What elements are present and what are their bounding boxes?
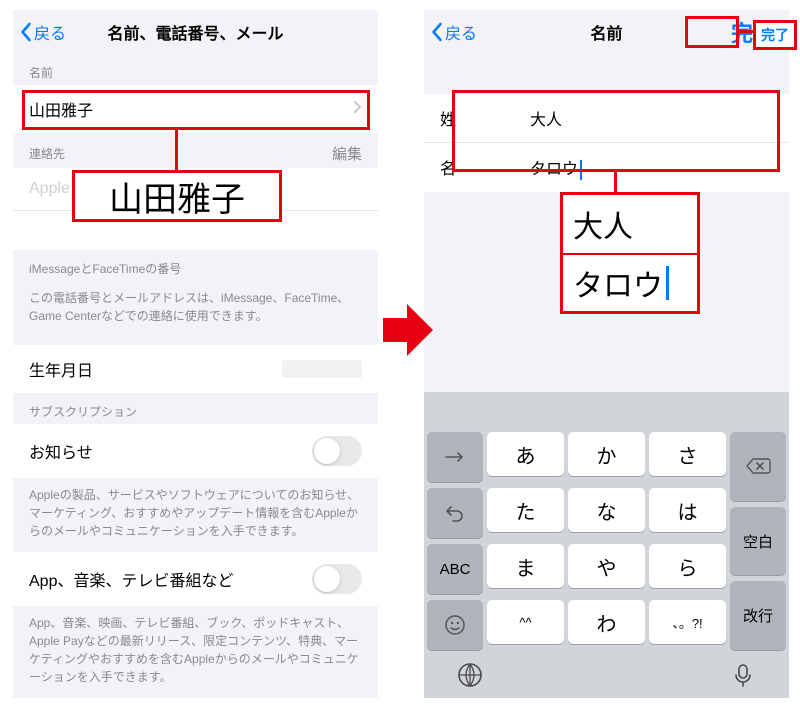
section-label-contact: 連絡先 編集 (13, 133, 378, 168)
notify-desc: Appleの製品、サービスやソフトウェアについてのお知らせ、マーケティング、おす… (13, 478, 378, 552)
apps-row: App、音楽、テレビ番組など (13, 552, 378, 606)
firstname-label: 名 (440, 155, 530, 179)
globe-icon[interactable] (457, 662, 483, 688)
name-edit-screen: 戻る 名前 完了 姓 大人 名 タロウ ABC あ か (424, 10, 789, 698)
mic-icon[interactable] (730, 662, 756, 688)
key-ra[interactable]: ら (649, 544, 726, 588)
birthday-label: 生年月日 (29, 357, 93, 381)
settings-screen: 戻る 名前、電話番号、メール 名前 山田雅子 連絡先 編集 Apple iMes… (13, 10, 378, 698)
surname-value: 大人 (530, 106, 773, 130)
key-undo[interactable] (427, 488, 483, 538)
back-label: 戻る (34, 20, 66, 44)
apple-contact-row[interactable]: Apple (13, 168, 378, 210)
key-a[interactable]: あ (487, 432, 564, 476)
firstname-text: タロウ (530, 161, 578, 178)
firstname-value: タロウ (530, 155, 773, 180)
birthday-row[interactable]: 生年月日 (13, 345, 378, 393)
delete-icon (745, 457, 771, 475)
done-button[interactable]: 完了 (731, 16, 775, 48)
surname-label: 姓 (440, 106, 530, 130)
edit-button[interactable]: 編集 (332, 143, 362, 164)
chevron-left-icon (19, 22, 32, 42)
key-sa[interactable]: さ (649, 432, 726, 476)
key-abc[interactable]: ABC (427, 544, 483, 594)
page-title: 名前、電話番号、メール (13, 20, 378, 44)
keyboard-bottom-bar (427, 656, 786, 698)
key-wa[interactable]: わ (568, 600, 645, 644)
key-space[interactable]: 空白 (730, 507, 786, 576)
back-button[interactable]: 戻る (19, 20, 66, 44)
back-label: 戻る (445, 20, 477, 44)
key-kao[interactable]: ^^ (487, 600, 564, 644)
key-ya[interactable]: や (568, 544, 645, 588)
name-row[interactable]: 山田雅子 (13, 85, 378, 133)
key-ha[interactable]: は (649, 488, 726, 532)
key-next-candidate[interactable] (427, 432, 483, 482)
key-emoji[interactable] (427, 600, 483, 650)
text-caret (580, 160, 582, 180)
emoji-icon (444, 614, 466, 636)
key-ta[interactable]: た (487, 488, 564, 532)
section-label-name: 名前 (13, 54, 378, 85)
firstname-row[interactable]: 名 タロウ (424, 142, 789, 192)
arrow-right-icon (444, 450, 466, 464)
surname-row[interactable]: 姓 大人 (424, 94, 789, 142)
chevron-left-icon (430, 22, 443, 42)
back-button[interactable]: 戻る (430, 20, 477, 44)
key-delete[interactable] (730, 432, 786, 501)
key-punct[interactable]: 、。?! (649, 600, 726, 644)
suggestion-bar[interactable] (427, 396, 786, 432)
chevron-right-icon (353, 100, 362, 119)
apps-label: App、音楽、テレビ番組など (29, 567, 233, 591)
apple-label: Apple (29, 180, 70, 198)
apps-toggle[interactable] (312, 564, 362, 594)
undo-icon (445, 504, 465, 522)
header: 戻る 名前、電話番号、メール (13, 10, 378, 54)
notify-toggle[interactable] (312, 436, 362, 466)
key-na[interactable]: な (568, 488, 645, 532)
contact-label: 連絡先 (29, 145, 65, 162)
section-label-subs: サブスクリプション (13, 393, 378, 424)
name-value: 山田雅子 (29, 97, 93, 121)
apps-desc: App、音楽、映画、テレビ番組、ブック、ポッドキャスト、Apple Payなどの… (13, 606, 378, 698)
key-ma[interactable]: ま (487, 544, 564, 588)
header: 戻る 名前 完了 (424, 10, 789, 54)
notify-label: お知らせ (29, 439, 93, 463)
key-ka[interactable]: か (568, 432, 645, 476)
imsg-desc: この電話番号とメールアドレスは、iMessage、FaceTime、Game C… (13, 281, 378, 337)
section-label-imsg: iMessageとFaceTimeの番号 (13, 250, 378, 281)
birthday-value-blur (282, 360, 362, 378)
notify-row: お知らせ (13, 424, 378, 478)
contact-row-2[interactable] (13, 210, 378, 250)
key-enter[interactable]: 改行 (730, 581, 786, 650)
keyboard: ABC あ か さ た な は ま や ら (424, 392, 789, 698)
